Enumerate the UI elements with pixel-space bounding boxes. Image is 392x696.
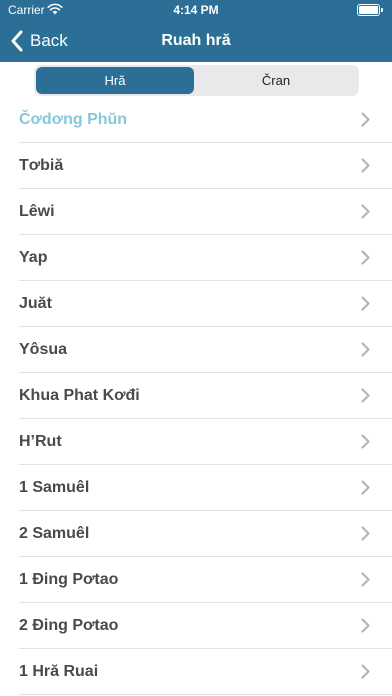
top-bar: Carrier 4:14 PM Back Ruah hră — [0, 0, 392, 62]
chevron-right-icon — [361, 526, 370, 541]
chevron-right-icon — [361, 572, 370, 587]
list-item[interactable]: 2 Samuêl — [0, 511, 392, 557]
chevron-right-icon — [361, 112, 370, 127]
page-title: Ruah hră — [161, 32, 231, 49]
book-title: 1 Đing Pơtao — [19, 571, 119, 588]
list-item[interactable]: Khua Phat Kơđi — [0, 373, 392, 419]
book-title: Čơdơng Phŭn — [19, 111, 128, 128]
list-item[interactable]: Juăt — [0, 281, 392, 327]
segmented-control: Hră Čran — [34, 65, 359, 96]
book-title: Tơbiă — [19, 157, 64, 174]
book-title: Yôsua — [19, 341, 68, 358]
book-title: H’Rut — [19, 433, 62, 450]
chevron-right-icon — [361, 158, 370, 173]
list-item[interactable]: Čơdơng Phŭn — [0, 97, 392, 143]
book-list: Čơdơng Phŭn Tơbiă Lêwi Yap Juăt Yôsua Kh… — [0, 97, 392, 695]
chevron-right-icon — [361, 296, 370, 311]
list-item[interactable]: 1 Samuêl — [0, 465, 392, 511]
list-item[interactable]: 2 Đing Pơtao — [0, 603, 392, 649]
status-bar: Carrier 4:14 PM — [0, 0, 392, 20]
chevron-right-icon — [361, 388, 370, 403]
chevron-right-icon — [361, 250, 370, 265]
segment-cran[interactable]: Čran — [197, 67, 355, 94]
chevron-right-icon — [361, 664, 370, 679]
book-title: 2 Đing Pơtao — [19, 617, 119, 634]
list-item[interactable]: Tơbiă — [0, 143, 392, 189]
chevron-right-icon — [361, 204, 370, 219]
book-title: Lêwi — [19, 203, 55, 220]
list-item[interactable]: 1 Hră Ruai — [0, 649, 392, 695]
chevron-right-icon — [361, 480, 370, 495]
book-title: 1 Hră Ruai — [19, 663, 99, 680]
book-title: 1 Samuêl — [19, 479, 90, 496]
navigation-bar: Back Ruah hră — [0, 22, 392, 60]
battery-icon — [357, 4, 383, 16]
chevron-right-icon — [361, 434, 370, 449]
list-item[interactable]: Yap — [0, 235, 392, 281]
list-item[interactable]: Lêwi — [0, 189, 392, 235]
list-item[interactable]: Yôsua — [0, 327, 392, 373]
chevron-right-icon — [361, 342, 370, 357]
book-title: 2 Samuêl — [19, 525, 90, 542]
book-title: Yap — [19, 249, 48, 266]
segment-area: Hră Čran — [0, 62, 392, 100]
list-item[interactable]: 1 Đing Pơtao — [0, 557, 392, 603]
segment-hra[interactable]: Hră — [36, 67, 194, 94]
chevron-right-icon — [361, 618, 370, 633]
book-title: Juăt — [19, 295, 52, 312]
list-item[interactable]: H’Rut — [0, 419, 392, 465]
book-title: Khua Phat Kơđi — [19, 387, 140, 404]
status-time: 4:14 PM — [173, 3, 219, 17]
